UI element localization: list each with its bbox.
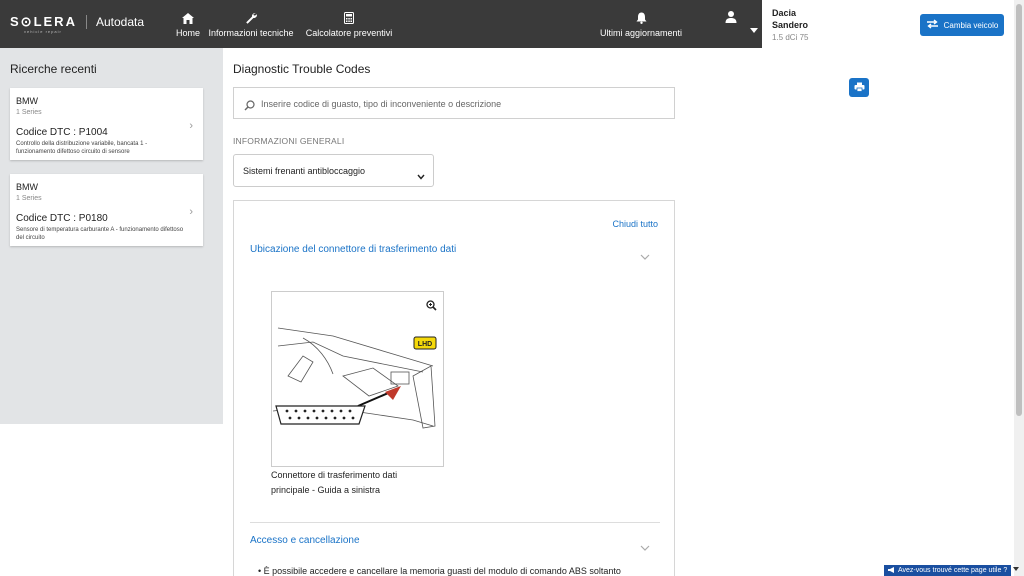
connector-diagram-image[interactable]: LHD [271, 291, 444, 467]
card-series: 1 Series [16, 109, 42, 116]
dtc-search-input[interactable] [261, 96, 661, 112]
user-menu-caret-icon[interactable] [750, 28, 758, 33]
feedback-widget[interactable]: Avez-vous trouvé cette page utile ? [884, 565, 1012, 576]
scrollbar-thumb[interactable] [1016, 4, 1022, 416]
card-description: Sensore di temperatura carburante A - fu… [16, 227, 184, 241]
nav-estimate-calculator[interactable]: Calcolatore preventivi [304, 0, 394, 48]
zoom-icon[interactable] [426, 298, 437, 316]
close-all-link[interactable]: Chiudi tutto [612, 219, 658, 229]
card-description: Controllo della distribuzione variabile,… [16, 141, 148, 155]
dtc-search-box [233, 87, 675, 119]
chevron-down-icon[interactable] [640, 538, 650, 556]
recent-search-card[interactable]: BMW 1 Series Codice DTC : P0180 Sensore … [10, 174, 203, 246]
logo-subtext: vehicle repair [24, 29, 62, 34]
top-nav-bar: S⊙LERA vehicle repair Autodata Home Info… [0, 0, 762, 48]
figure-caption-line-2: principale - Guida a sinistra [271, 485, 381, 495]
nav-technical-info[interactable]: Informazioni tecniche [208, 0, 294, 48]
bullet-text: • È possibile accedere e cancellare la m… [258, 566, 621, 576]
nav-home[interactable]: Home [172, 0, 204, 48]
wrench-icon [245, 11, 257, 25]
bullet-text-content: È possibile accedere e cancellare la mem… [263, 566, 621, 576]
search-icon [244, 98, 255, 116]
card-make: BMW [16, 182, 38, 192]
change-vehicle-label: Cambia veicolo [943, 20, 999, 30]
solera-logo[interactable]: S⊙LERA vehicle repair Autodata [10, 14, 144, 34]
system-select-value: Sistemi frenanti antibloccaggio [243, 166, 366, 176]
figure-caption-line-1: Connettore di trasferimento dati [271, 470, 398, 480]
dtc-info-panel: Chiudi tutto Ubicazione del connettore d… [233, 200, 675, 576]
nav-technical-info-label: Informazioni tecniche [208, 28, 294, 38]
nav-latest-updates-label: Ultimi aggiornamenti [599, 28, 683, 38]
vehicle-model: Sandero [772, 20, 809, 30]
vehicle-make: Dacia [772, 8, 797, 18]
card-dtc-code: Codice DTC : P0180 [16, 213, 108, 224]
recent-searches-sidebar: Ricerche recenti BMW 1 Series Codice DTC… [0, 48, 223, 424]
recent-search-card[interactable]: BMW 1 Series Codice DTC : P1004 Controll… [10, 88, 203, 160]
nav-estimate-calculator-label: Calcolatore preventivi [305, 28, 393, 38]
print-icon [854, 79, 865, 97]
general-info-label: INFORMAZIONI GENERALI [233, 136, 345, 146]
megaphone-icon [888, 566, 895, 575]
logo-text: S⊙LERA [10, 14, 77, 29]
brand-name: Autodata [95, 15, 144, 29]
nav-latest-updates[interactable]: Ultimi aggiornamenti [598, 0, 684, 48]
chevron-right-icon: › [189, 120, 193, 132]
bell-icon [636, 11, 647, 25]
card-dtc-code: Codice DTC : P1004 [16, 127, 108, 138]
swap-arrows-icon [926, 19, 939, 31]
lhd-badge: LHD [418, 341, 432, 348]
calculator-icon [344, 11, 354, 25]
card-series: 1 Series [16, 195, 42, 202]
section-connector-location-title[interactable]: Ubicazione del connettore di trasferimen… [250, 244, 456, 255]
logo-separator [85, 15, 87, 29]
connector-illustration: LHD [273, 327, 437, 429]
card-make: BMW [16, 96, 38, 106]
home-icon [182, 11, 194, 25]
print-button[interactable] [849, 78, 869, 97]
feedback-caret-icon[interactable] [1013, 567, 1019, 571]
chevron-right-icon: › [189, 206, 193, 218]
change-vehicle-button[interactable]: Cambia veicolo [920, 14, 1004, 36]
nav-home-label: Home [175, 28, 200, 38]
feedback-label: Avez-vous trouvé cette page utile ? [898, 567, 1008, 574]
section-access-clear-title[interactable]: Accesso e cancellazione [250, 535, 360, 546]
chevron-down-icon [417, 167, 425, 185]
figure-caption: Connettore di trasferimento dati princip… [271, 468, 451, 498]
vehicle-engine: 1.5 dCi 75 [772, 33, 809, 42]
chevron-down-icon[interactable] [640, 247, 650, 265]
user-icon[interactable] [724, 10, 738, 24]
section-divider [250, 522, 660, 523]
page-title: Diagnostic Trouble Codes [233, 62, 371, 76]
recent-searches-title: Ricerche recenti [10, 62, 97, 76]
system-select[interactable]: Sistemi frenanti antibloccaggio [233, 154, 434, 187]
